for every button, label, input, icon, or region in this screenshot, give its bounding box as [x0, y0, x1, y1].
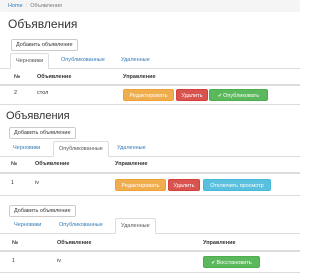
tab-drafts[interactable]: Черновики — [12, 218, 43, 234]
tab-published[interactable]: Опубликованные — [59, 53, 107, 69]
breadcrumb-home-link[interactable]: Home — [8, 3, 23, 9]
table-row-divider — [0, 104, 300, 105]
publish-button[interactable]: ✔Опубликовать — [209, 89, 268, 101]
check-icon: ✔ — [211, 260, 216, 266]
column-header-ad: Объявление — [57, 240, 92, 246]
tabs-drafts-section: Черновики Опубликованные Удаленные — [0, 53, 300, 69]
column-header-number: № — [12, 240, 19, 246]
table-row-divider — [0, 195, 300, 196]
edit-button[interactable]: Редактировать — [123, 89, 174, 101]
tab-deleted[interactable]: Удаленные — [115, 218, 156, 234]
page-title: Объявления — [8, 17, 78, 31]
disable-view-button[interactable]: Отключить просмотр — [203, 179, 271, 191]
tab-deleted[interactable]: Удаленные — [119, 53, 152, 69]
row-ad-name: стол — [37, 90, 49, 96]
tabs-published-section: Черновики Опубликованные Удаленные — [0, 141, 300, 157]
column-header-actions: Управление — [203, 240, 236, 246]
check-icon: ✔ — [217, 93, 223, 99]
delete-button[interactable]: Удалить — [176, 89, 208, 101]
column-header-number: № — [14, 74, 21, 80]
publish-button-label: Опубликовать — [223, 93, 260, 99]
row-number: 1 — [12, 258, 16, 264]
restore-button-label: Восстановить — [216, 260, 252, 266]
breadcrumb-current: Объявления — [30, 3, 63, 9]
row-ad-name: iv — [57, 258, 61, 264]
add-ad-button[interactable]: Добавить объявление — [11, 39, 78, 51]
restore-button[interactable]: ✔Восстановить — [203, 256, 260, 268]
add-ad-button[interactable]: Добавить объявление — [9, 205, 76, 217]
tab-published[interactable]: Опубликованные — [57, 218, 105, 234]
breadcrumb: Home / Объявления — [0, 0, 300, 12]
table-header-divider — [0, 84, 300, 86]
column-header-ad: Объявление — [37, 74, 72, 80]
row-number: 1 — [11, 180, 15, 186]
tabs-deleted-section: Черновики Опубликованные Удаленные — [0, 218, 300, 234]
column-header-ad: Объявление — [35, 161, 70, 167]
tab-drafts[interactable]: Черновики — [11, 141, 42, 157]
tab-deleted[interactable]: Удаленные — [115, 141, 148, 157]
tab-published[interactable]: Опубликованные — [53, 141, 109, 157]
tab-drafts[interactable]: Черновики — [10, 53, 50, 69]
column-header-actions: Управление — [123, 74, 156, 80]
table-header-divider — [0, 172, 300, 174]
table-header-divider — [0, 250, 300, 252]
breadcrumb-separator: / — [25, 3, 28, 9]
row-number: 2 — [14, 90, 18, 96]
section-title: Объявления — [6, 110, 70, 122]
column-header-actions: Управление — [115, 161, 148, 167]
add-ad-button[interactable]: Добавить объявление — [9, 127, 76, 139]
edit-button[interactable]: Редактировать — [115, 179, 166, 191]
row-ad-name: iv — [35, 180, 39, 186]
column-header-number: № — [11, 161, 18, 167]
table-row-divider — [0, 272, 300, 273]
delete-button[interactable]: Удалить — [168, 179, 200, 191]
